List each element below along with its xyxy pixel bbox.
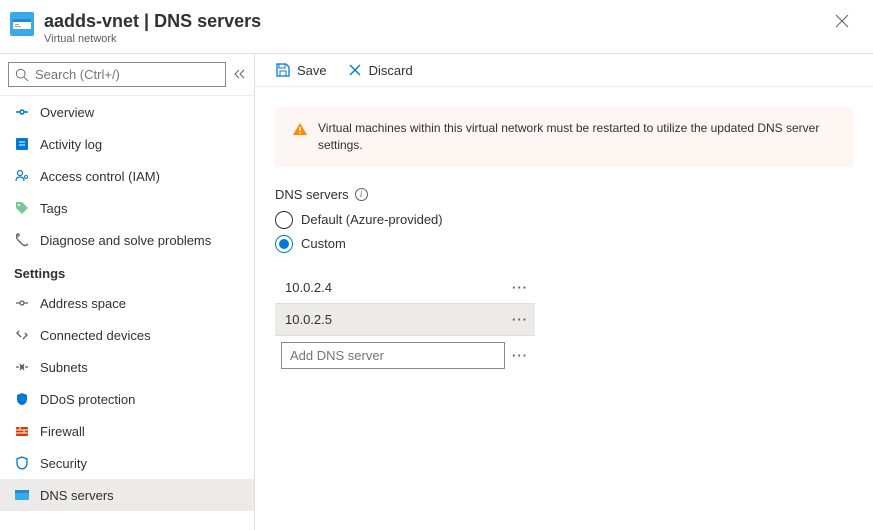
discard-button[interactable]: Discard [347, 62, 413, 78]
diagnose-icon [14, 232, 30, 248]
dns-row: 10.0.2.5 ··· [275, 304, 535, 336]
page-title: aadds-vnet | DNS servers [44, 10, 827, 32]
address-space-icon [14, 295, 30, 311]
search-icon [15, 68, 29, 82]
row-menu-button[interactable]: ··· [505, 280, 535, 295]
sidebar-item-label: Activity log [40, 137, 102, 152]
overview-icon [14, 104, 30, 120]
tags-icon [14, 200, 30, 216]
sidebar-item-ddos[interactable]: DDoS protection [0, 383, 254, 415]
discard-label: Discard [369, 63, 413, 78]
radio-checked-icon [275, 235, 293, 253]
header-text: aadds-vnet | DNS servers Virtual network [44, 10, 827, 45]
sidebar-item-address-space[interactable]: Address space [0, 287, 254, 319]
sidebar-item-subnets[interactable]: Subnets [0, 351, 254, 383]
save-label: Save [297, 63, 327, 78]
dns-list: 10.0.2.4 ··· 10.0.2.5 ··· ··· [275, 272, 535, 375]
sidebar-item-label: Security [40, 456, 87, 471]
main: Save Discard Virtual machines within thi… [255, 54, 873, 530]
radio-default[interactable]: Default (Azure-provided) [275, 208, 853, 232]
radio-label: Custom [301, 236, 346, 251]
sidebar-item-firewall[interactable]: Firewall [0, 415, 254, 447]
activity-log-icon [14, 136, 30, 152]
sidebar-item-diagnose[interactable]: Diagnose and solve problems [0, 224, 254, 256]
radio-custom[interactable]: Custom [275, 232, 853, 256]
discard-icon [347, 62, 363, 78]
info-message: Virtual machines within this virtual net… [318, 120, 836, 154]
chevron-double-left-icon [234, 69, 246, 79]
toolbar: Save Discard [255, 54, 873, 87]
security-icon [14, 455, 30, 471]
sidebar-item-label: Subnets [40, 360, 88, 375]
dns-icon [14, 487, 30, 503]
save-button[interactable]: Save [275, 62, 327, 78]
close-icon [835, 14, 849, 28]
search-box[interactable] [8, 62, 226, 87]
connected-devices-icon [14, 327, 30, 343]
info-bar: Virtual machines within this virtual net… [275, 107, 853, 167]
subnets-icon [14, 359, 30, 375]
firewall-icon [14, 423, 30, 439]
add-dns-input[interactable] [281, 342, 505, 369]
sidebar-item-label: Connected devices [40, 328, 151, 343]
close-button[interactable] [827, 10, 857, 37]
warning-icon [292, 121, 308, 137]
sidebar-item-overview[interactable]: Overview [0, 96, 254, 128]
sidebar-item-activity-log[interactable]: Activity log [0, 128, 254, 160]
search-input[interactable] [35, 67, 219, 82]
sidebar-item-tags[interactable]: Tags [0, 192, 254, 224]
dns-row: 10.0.2.4 ··· [275, 272, 535, 304]
sidebar: Overview Activity log Access control (IA… [0, 54, 255, 530]
shield-icon [14, 391, 30, 407]
blade-header: aadds-vnet | DNS servers Virtual network [0, 0, 873, 54]
sidebar-item-security[interactable]: Security [0, 447, 254, 479]
dns-radio-group: Default (Azure-provided) Custom [275, 208, 853, 256]
sidebar-item-label: Firewall [40, 424, 85, 439]
dns-value: 10.0.2.5 [275, 304, 505, 335]
row-menu-button[interactable]: ··· [505, 312, 535, 327]
content: Virtual machines within this virtual net… [255, 87, 873, 395]
sidebar-item-label: Overview [40, 105, 94, 120]
vnet-icon [10, 12, 34, 36]
sidebar-item-dns-servers[interactable]: DNS servers [0, 479, 254, 511]
radio-label: Default (Azure-provided) [301, 212, 443, 227]
sidebar-item-label: DDoS protection [40, 392, 135, 407]
body: Overview Activity log Access control (IA… [0, 54, 873, 530]
access-control-icon [14, 168, 30, 184]
sidebar-item-label: DNS servers [40, 488, 114, 503]
radio-unchecked-icon [275, 211, 293, 229]
info-icon[interactable]: i [355, 188, 368, 201]
sidebar-item-access-control[interactable]: Access control (IAM) [0, 160, 254, 192]
dns-value: 10.0.2.4 [275, 272, 505, 303]
sidebar-item-connected-devices[interactable]: Connected devices [0, 319, 254, 351]
dns-servers-label: DNS servers i [275, 187, 853, 202]
sidebar-item-label: Tags [40, 201, 67, 216]
page-subtitle: Virtual network [44, 33, 827, 45]
search-row [0, 54, 254, 96]
sidebar-item-label: Address space [40, 296, 126, 311]
sidebar-item-label: Diagnose and solve problems [40, 233, 211, 248]
nav: Overview Activity log Access control (IA… [0, 96, 254, 530]
collapse-sidebar-button[interactable] [234, 68, 246, 82]
dns-add-row: ··· [275, 336, 535, 375]
sidebar-section-settings: Settings [0, 256, 254, 287]
row-menu-button[interactable]: ··· [505, 348, 535, 363]
sidebar-item-label: Access control (IAM) [40, 169, 160, 184]
save-icon [275, 62, 291, 78]
